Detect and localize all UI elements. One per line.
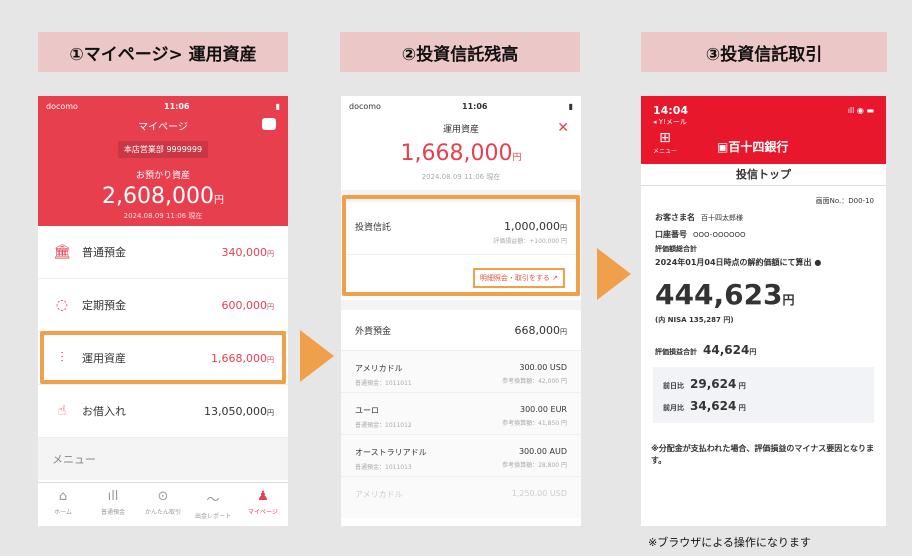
asset-summary: docomo 11:06 ▮ マイページ 本店営業部 9999999 お預かり資…	[38, 96, 288, 226]
tab-bar: ⌂ ホーム ıll 普通預金 ⊙ かんたん取引〜出金レポート ♟ マイページ	[38, 482, 288, 526]
clock: 11:06	[164, 101, 190, 111]
eval-note: 2024年01月04日時点の解約価額にて算出 ●	[655, 258, 822, 267]
day-change-row: 前日比 29,624 円	[663, 377, 746, 391]
customer-name-row: お客さま名 百十四太郎様	[655, 213, 743, 222]
as-of-date: 2024.08.09 11:06 現在	[123, 212, 203, 220]
asset-row[interactable]: ☝ お借入れ 13,050,000円	[38, 385, 288, 438]
fx-deposit-row: 外貨預金 668,000円	[341, 300, 581, 350]
asset-label: 普通預金	[82, 246, 126, 259]
eval-amount: 444,623円	[655, 278, 795, 311]
footnote: ※ブラウザによる操作になります	[648, 536, 811, 549]
currency-row[interactable]: アメリカドル 普通預金：1011011 300.00 USD 参考換算額：42,00…	[341, 350, 581, 392]
mypage-icon: ♟	[257, 489, 269, 504]
battery-icon: ▮	[568, 101, 573, 111]
chat-icon[interactable]	[262, 118, 276, 130]
grid-icon: ⊞	[659, 130, 671, 146]
menu-header: メニュー	[38, 438, 288, 480]
pl-row: 評価損益合計 44,624円	[655, 343, 757, 357]
step2-header: ②投資信託残高	[340, 32, 580, 72]
currency-row[interactable]: ユーロ 普通預金：1011012 300.00 EUR 参考換算額：41,850 円	[341, 392, 581, 434]
total-amount: 1,668,000円	[400, 141, 522, 166]
asset-label: お借入れ	[82, 405, 126, 418]
change-box: 前日比 29,624 円 前月比 34,624 円	[653, 367, 874, 423]
month-change-row: 前月比 34,624 円	[663, 399, 746, 413]
arrow-right-icon	[300, 330, 334, 382]
bank-logo: ▣百十四銀行	[717, 140, 789, 154]
carrier: docomo	[46, 101, 78, 111]
eval-label: 評価額総合計	[655, 245, 697, 253]
tab-report[interactable]: 〜出金レポート	[188, 483, 238, 526]
savings-chart-icon: ıll	[107, 489, 119, 504]
home-icon: ⌂	[58, 489, 68, 504]
fund-top-screen: 14:04 ◂ Y!メール ıll ◉ ▬ ⊞ メニュー ▣百十四銀行 投信トップ…	[641, 96, 886, 526]
piggy-bank-icon: ◌	[55, 297, 69, 313]
asset-value: 340,000円	[221, 245, 275, 259]
page-title: 投信トップ	[641, 164, 886, 186]
loan-icon: ☝	[57, 403, 67, 419]
step1-header: ①マイページ> 運用資産	[38, 32, 288, 72]
carrier: docomo	[349, 101, 381, 111]
fx-amount: 668,000円	[514, 323, 568, 337]
deposit-amount: 2,608,000円	[102, 184, 224, 209]
investment-assets-screen: docomo 11:06 ▮ 運用資産 ✕ 1,668,000円 2024.08…	[341, 96, 581, 526]
nisa-amount: (内 NISA 135,287 円)	[655, 316, 734, 324]
mypage-screen: docomo 11:06 ▮ マイページ 本店営業部 9999999 お預かり資…	[38, 96, 288, 526]
signal-battery-icon: ıll ◉ ▬	[847, 106, 874, 115]
currency-row[interactable]: オーストラリアドル 普通預金：1011013 300.00 AUD 参考換算額：28…	[341, 434, 581, 476]
page-number: 画面No.：D00-10	[815, 197, 874, 205]
bank-icon: 🏛	[53, 244, 71, 260]
investment-row-highlight	[40, 331, 286, 384]
asset-label: 定期預金	[82, 299, 126, 312]
deposit-label: お預かり資産	[135, 171, 190, 181]
tab-transfer[interactable]: ⊙ かんたん取引	[138, 483, 188, 526]
asset-row[interactable]: ◌ 定期預金 600,000円	[38, 279, 288, 332]
close-icon[interactable]: ✕	[557, 120, 569, 136]
branch-account: 本店営業部 9999999	[117, 141, 209, 158]
back-link[interactable]: ◂ Y!メール	[641, 117, 886, 127]
as-of-date: 2024.08.09 11:06 現在	[421, 173, 501, 181]
tab-savings-chart[interactable]: ıll 普通預金	[88, 483, 138, 526]
report-icon: 〜	[206, 493, 220, 508]
battery-icon: ▮	[275, 101, 280, 111]
fx-label: 外貨預金	[355, 326, 392, 337]
step3-header: ③投資信託取引	[641, 32, 887, 72]
bank-mark-icon: ▣	[717, 140, 729, 154]
arrow-right-icon	[597, 248, 631, 300]
tab-home[interactable]: ⌂ ホーム	[38, 483, 88, 526]
help-icon[interactable]: ●	[814, 258, 821, 267]
transfer-icon: ⊙	[157, 489, 169, 504]
page-title: マイページ	[138, 122, 188, 133]
distribution-note: ※分配金が支払われた場合、評価損益のマイナス要因となります。	[651, 444, 874, 465]
asset-row[interactable]: 🏛 普通預金 340,000円	[38, 226, 288, 279]
account-row: 口座番号 OOO-OOOOOO	[655, 230, 746, 239]
investment-trust-highlight	[342, 195, 580, 296]
asset-value: 600,000円	[221, 298, 275, 312]
clock: 11:06	[462, 101, 488, 111]
asset-value: 13,050,000円	[204, 404, 274, 418]
tab-mypage[interactable]: ♟ マイページ	[238, 483, 288, 526]
menu-button[interactable]: ⊞ メニュー	[653, 130, 677, 155]
currency-row[interactable]: アメリカドル 1,250.00 USD	[341, 476, 581, 518]
page-title: 運用資産	[442, 125, 479, 135]
